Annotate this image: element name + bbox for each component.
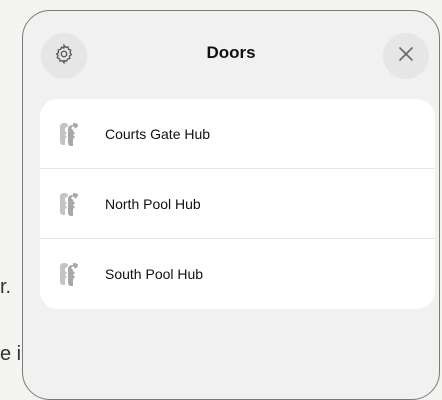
doors-list: Courts Gate Hub North Pool Hub South Poo… xyxy=(40,99,435,309)
keys-icon xyxy=(57,189,87,219)
background-text-line-1: r. xyxy=(0,276,12,298)
door-item-north-pool-hub[interactable]: North Pool Hub xyxy=(40,169,435,239)
close-icon xyxy=(397,45,415,68)
modal-title: Doors xyxy=(206,43,256,62)
keys-icon xyxy=(57,259,87,289)
door-item-courts-gate-hub[interactable]: Courts Gate Hub xyxy=(40,99,435,169)
door-item-south-pool-hub[interactable]: South Pool Hub xyxy=(40,239,435,309)
doors-modal: Doors Courts Gate Hub North Pool Hub Sou… xyxy=(22,10,440,400)
background-text-line-2: e i xyxy=(0,343,22,365)
door-item-label: Courts Gate Hub xyxy=(105,125,211,142)
keys-icon xyxy=(57,119,87,149)
door-item-label: South Pool Hub xyxy=(105,266,204,282)
door-item-label: North Pool Hub xyxy=(105,195,201,212)
close-button[interactable] xyxy=(383,33,429,79)
